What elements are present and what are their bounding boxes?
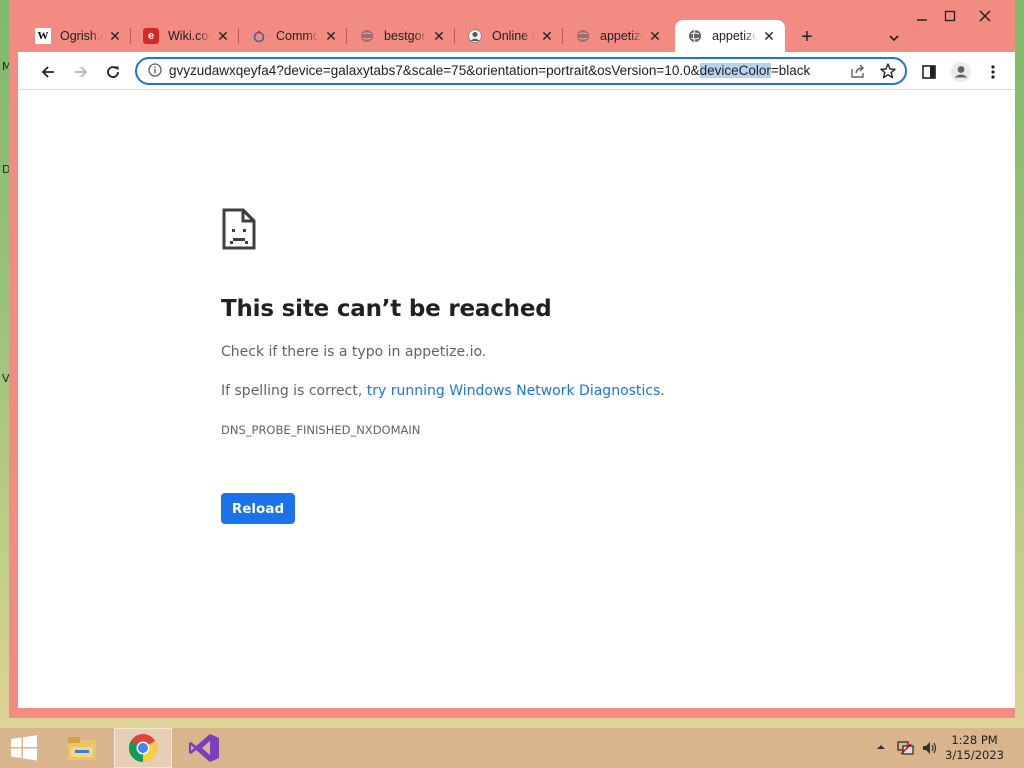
globe-icon: [575, 28, 591, 44]
bookmark-star-icon[interactable]: [879, 62, 897, 85]
error-title: This site can’t be reached: [221, 296, 552, 322]
site-info-icon[interactable]: [147, 63, 163, 79]
close-window-button[interactable]: [970, 8, 1000, 28]
url-part: gvyzudawxqeyfa4?device=galaxytabs7&scale…: [169, 63, 700, 78]
broken-page-icon: [221, 207, 257, 256]
tab-commons[interactable]: Commons ✕: [239, 20, 347, 52]
tab-wiki[interactable]: e Wiki.com ✕: [131, 20, 239, 52]
system-clock[interactable]: 1:28 PM 3/15/2023: [945, 733, 1004, 763]
network-diagnostics-link[interactable]: try running Windows Network Diagnostics: [367, 383, 661, 399]
avatar-icon: [467, 28, 483, 44]
error-code: DNS_PROBE_FINISHED_NXDOMAIN: [221, 423, 421, 437]
file-explorer-taskbar-icon[interactable]: [56, 728, 108, 768]
url-selection: deviceColor: [699, 63, 771, 78]
address-bar[interactable]: gvyzudawxqeyfa4?device=galaxytabs7&scale…: [135, 57, 907, 85]
browser-toolbar: gvyzudawxqeyfa4?device=galaxytabs7&scale…: [18, 52, 1015, 90]
tab-search-chevron-icon[interactable]: [883, 27, 905, 49]
maximize-button[interactable]: [935, 8, 965, 28]
close-tab-icon[interactable]: ✕: [539, 28, 555, 45]
share-icon[interactable]: [849, 62, 867, 85]
chrome-taskbar-icon[interactable]: [114, 728, 172, 768]
wikipedia-icon: W: [35, 28, 51, 44]
url-part: =black: [770, 63, 811, 78]
tab-title: Ogrish.com: [60, 29, 103, 43]
typo-hint: Check if there is a typo in appetize.io.: [221, 344, 487, 360]
close-tab-icon[interactable]: ✕: [323, 28, 339, 45]
tab-title: Online C: [492, 29, 535, 43]
back-button[interactable]: [35, 59, 61, 85]
new-tab-button[interactable]: +: [795, 26, 819, 50]
browser-window: W Ogrish.com ✕ e Wiki.com ✕ Commons ✕ be…: [9, 0, 1015, 718]
tab-appetize[interactable]: appetize ✕: [563, 20, 671, 52]
close-tab-icon[interactable]: ✕: [107, 28, 123, 45]
close-tab-icon[interactable]: ✕: [761, 28, 777, 45]
tab-appetize-active[interactable]: appetize ✕: [675, 20, 785, 52]
diagnostics-hint: If spelling is correct, try running Wind…: [221, 383, 665, 399]
volume-icon[interactable]: [921, 740, 939, 759]
minimize-button[interactable]: [907, 8, 937, 28]
start-button[interactable]: [0, 728, 48, 768]
tab-title: bestgore: [384, 29, 427, 43]
diagnostics-suffix: .: [660, 383, 665, 399]
tab-online[interactable]: Online C ✕: [455, 20, 563, 52]
page-content: This site can’t be reached Check if ther…: [18, 90, 1015, 708]
tab-title: appetize: [712, 29, 757, 43]
menu-kebab-icon[interactable]: [980, 59, 1006, 85]
forward-button[interactable]: [68, 59, 94, 85]
show-hidden-icons-chevron-icon[interactable]: [876, 741, 886, 755]
tab-title: appetize: [600, 29, 643, 43]
globe-icon: [687, 28, 703, 44]
url-text[interactable]: gvyzudawxqeyfa4?device=galaxytabs7&scale…: [169, 63, 841, 81]
close-tab-icon[interactable]: ✕: [431, 28, 447, 45]
tab-title: Wiki.com: [168, 29, 211, 43]
tab-title: Commons: [276, 29, 319, 43]
diagnostics-prefix: If spelling is correct,: [221, 383, 367, 399]
network-icon[interactable]: [897, 740, 915, 759]
tab-ogrish[interactable]: W Ogrish.com ✕: [23, 20, 131, 52]
globe-icon: [359, 28, 375, 44]
wiki-com-icon: e: [143, 28, 159, 44]
profile-avatar-icon[interactable]: [948, 59, 974, 85]
commons-icon: [251, 28, 267, 44]
reload-toolbar-button[interactable]: [100, 59, 126, 85]
reload-button[interactable]: Reload: [221, 493, 295, 524]
close-tab-icon[interactable]: ✕: [647, 28, 663, 45]
clock-time: 1:28 PM: [951, 733, 998, 747]
visual-studio-taskbar-icon[interactable]: [178, 728, 230, 768]
tab-bestgore[interactable]: bestgore ✕: [347, 20, 455, 52]
close-tab-icon[interactable]: ✕: [215, 28, 231, 45]
side-panel-icon[interactable]: [916, 59, 942, 85]
windows-logo-icon: [11, 735, 37, 761]
clock-date: 3/15/2023: [945, 748, 1004, 762]
taskbar: 1:28 PM 3/15/2023: [0, 728, 1024, 768]
tab-strip: W Ogrish.com ✕ e Wiki.com ✕ Commons ✕ be…: [23, 20, 903, 52]
